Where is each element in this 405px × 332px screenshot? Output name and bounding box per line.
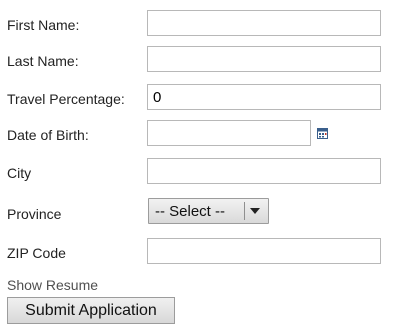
travel-percentage-row: Travel Percentage: [0, 84, 405, 114]
last-name-label: Last Name: [7, 53, 79, 69]
zip-code-input[interactable] [147, 238, 381, 264]
zip-code-row: ZIP Code [0, 238, 405, 268]
travel-percentage-input[interactable] [147, 84, 381, 110]
show-resume-link[interactable]: Show Resume [7, 276, 98, 294]
calendar-icon[interactable] [317, 128, 328, 139]
last-name-row: Last Name: [0, 46, 405, 76]
zip-code-label: ZIP Code [7, 245, 66, 261]
city-row: City [0, 158, 405, 188]
travel-percentage-label: Travel Percentage: [7, 91, 125, 107]
province-label: Province [7, 206, 62, 222]
date-of-birth-input[interactable] [147, 120, 311, 146]
first-name-input[interactable] [147, 10, 381, 36]
first-name-row: First Name: [0, 10, 405, 40]
select-divider [244, 202, 245, 220]
province-row: Province -- Select -- [0, 196, 405, 226]
submit-application-button[interactable]: Submit Application [7, 297, 175, 324]
chevron-down-icon [250, 208, 260, 214]
date-of-birth-row: Date of Birth: [0, 120, 405, 150]
city-label: City [7, 165, 32, 181]
city-input[interactable] [147, 158, 381, 184]
province-selected-value: -- Select -- [155, 203, 226, 220]
first-name-label: First Name: [7, 17, 80, 33]
province-select[interactable]: -- Select -- [148, 198, 269, 224]
last-name-input[interactable] [147, 46, 381, 72]
date-of-birth-label: Date of Birth: [7, 127, 89, 143]
application-form: First Name: Last Name: Travel Percentage… [0, 0, 405, 332]
